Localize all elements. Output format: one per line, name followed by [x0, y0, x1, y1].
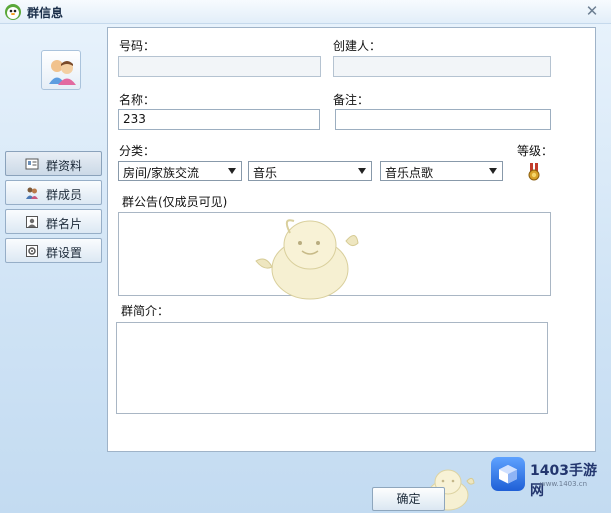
chevron-down-icon: [228, 168, 236, 174]
level-label: 等级：: [517, 144, 554, 158]
intro-label: 群简介：: [121, 304, 170, 318]
chevron-down-icon: [489, 168, 497, 174]
nav-item-group-profile[interactable]: 群资料: [5, 151, 102, 176]
nav-item-label: 群资料: [46, 159, 83, 173]
group-avatar[interactable]: [41, 50, 81, 90]
nav-item-label: 群成员: [46, 188, 83, 202]
category-select-secondary[interactable]: 音乐: [248, 161, 372, 181]
nav-item-group-settings[interactable]: 群设置: [5, 238, 102, 263]
site-url: www.1403.cn: [540, 480, 588, 488]
close-icon: ✕: [585, 2, 599, 20]
site-logo-icon: [491, 457, 525, 491]
group-avatar-icon: [49, 60, 76, 85]
settings-icon: [26, 245, 38, 257]
title-bar[interactable]: 群信息 ✕: [0, 0, 611, 24]
creator-label: 创建人：: [333, 39, 382, 53]
announcement-label: 群公告(仅成员可见): [122, 195, 228, 209]
nav-item-group-namecard[interactable]: 群名片: [5, 209, 102, 234]
site-watermark: 1403手游网 www.1403.cn: [491, 455, 603, 499]
side-nav: 群资料 群成员 群名片 群设置: [5, 151, 103, 267]
group-info-window: 群信息 ✕ 群资料 群成员 群名片 群设置 号码： 创建人： 名称： 233 备…: [0, 0, 611, 513]
level-badge-icon: [528, 163, 540, 181]
close-button[interactable]: ✕: [580, 1, 604, 21]
group-name-input[interactable]: 233: [118, 109, 320, 130]
profile-card-icon: [25, 158, 39, 170]
intro-textarea[interactable]: [116, 322, 548, 414]
remark-label: 备注：: [333, 93, 370, 107]
window-title: 群信息: [27, 6, 64, 20]
qq-penguin-icon: [5, 4, 21, 20]
mascot-watermark: [255, 219, 359, 300]
chevron-down-icon: [358, 168, 366, 174]
ok-button[interactable]: 确定: [372, 487, 445, 511]
nav-item-label: 群设置: [46, 246, 83, 260]
name-label: 名称：: [119, 93, 156, 107]
category-select-tertiary[interactable]: 音乐点歌: [380, 161, 503, 181]
number-label: 号码：: [119, 39, 156, 53]
remark-input[interactable]: [335, 109, 551, 130]
category-select-value: 音乐点歌: [385, 166, 434, 180]
namecard-icon: [26, 216, 38, 228]
group-number-field[interactable]: [118, 56, 321, 77]
category-select-primary[interactable]: 房间/家族交流: [118, 161, 242, 181]
category-select-value: 房间/家族交流: [123, 166, 200, 180]
members-icon: [26, 187, 38, 199]
category-label: 分类：: [119, 144, 156, 158]
category-select-value: 音乐: [253, 166, 278, 180]
nav-item-label: 群名片: [46, 217, 83, 231]
creator-field[interactable]: [333, 56, 551, 77]
nav-item-group-members[interactable]: 群成员: [5, 180, 102, 205]
